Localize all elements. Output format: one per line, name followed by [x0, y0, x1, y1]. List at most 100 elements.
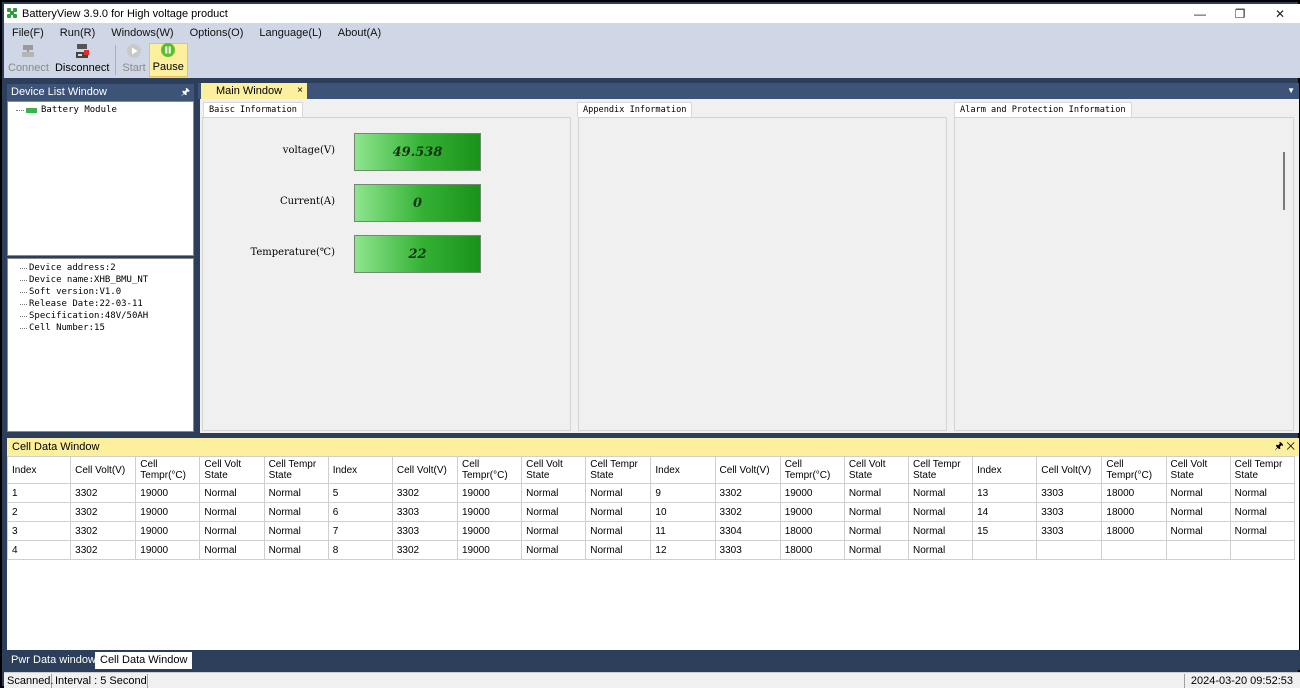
table-cell: 4 — [6, 540, 72, 560]
cell-data-table: Index Cell Volt(V) Cell Tempr(°C) Cell V… — [6, 456, 1296, 560]
column-header[interactable]: Cell Volt State — [1165, 456, 1231, 484]
table-row[interactable]: 3 3302 19000 Normal Normal 7 3303 19000 Normal No… — [6, 521, 1296, 541]
table-cell: 3303 — [391, 521, 458, 541]
temperature-value: 22 — [354, 235, 481, 273]
disconnect-icon — [74, 43, 90, 59]
table-cell: 7 — [327, 521, 393, 541]
table-cell: 5 — [327, 483, 393, 503]
alarm-info-section: Alarm and Protection Information — [952, 99, 1299, 433]
pin-close-icon[interactable]: 🖈 ✕ — [1274, 438, 1295, 456]
tab-pwr-data-window[interactable]: Pwr Data window — [6, 652, 101, 669]
cell-data-title: Cell Data Window — [12, 441, 100, 453]
tree-item-battery-module[interactable]: Battery Module — [16, 105, 117, 115]
menu-about[interactable]: About(A) — [338, 27, 381, 39]
table-cell: 6 — [327, 502, 393, 522]
temperature-label: Temperature(℃) — [250, 247, 335, 258]
table-cell: 13 — [972, 483, 1038, 503]
tab-main-window[interactable]: Main Window × — [201, 83, 307, 99]
tree-item-label: Battery Module — [41, 105, 117, 115]
table-body: 1 3302 19000 Normal Normal 5 3302 19000 Normal No… — [6, 483, 1296, 560]
device-name: Device name:XHB_BMU_NT — [20, 274, 193, 286]
table-cell: Normal — [907, 540, 974, 560]
chevron-down-icon[interactable]: ▼ — [1287, 86, 1295, 95]
tab-close-icon[interactable]: × — [297, 83, 303, 99]
column-header[interactable]: Cell Volt(V) — [714, 456, 781, 484]
basic-info-section: Baisc Information voltage(V) 49.538 Curr… — [200, 99, 574, 433]
table-cell — [1165, 540, 1231, 560]
connect-button[interactable]: Connect — [5, 43, 52, 77]
column-header[interactable]: Cell Tempr State — [585, 456, 652, 484]
table-cell: 9 — [650, 483, 716, 503]
menu-options[interactable]: Options(O) — [190, 27, 244, 39]
table-cell: Normal — [1229, 502, 1296, 522]
tab-cell-data-window[interactable]: Cell Data Window — [95, 652, 193, 669]
menu-bar: File(F) Run(R) Windows(W) Options(O) Lan… — [4, 23, 1300, 42]
table-cell: Normal — [1229, 483, 1296, 503]
menu-windows[interactable]: Windows(W) — [111, 27, 173, 39]
column-header[interactable]: Index — [972, 456, 1038, 484]
table-cell: Normal — [1165, 502, 1231, 522]
battery-icon — [26, 107, 37, 113]
close-button[interactable]: ✕ — [1260, 4, 1300, 23]
scrollbar[interactable] — [1283, 152, 1285, 210]
column-header[interactable]: Cell Volt(V) — [391, 456, 458, 484]
table-cell: 3302 — [70, 540, 137, 560]
start-button[interactable]: Start — [119, 43, 148, 77]
table-row[interactable]: 2 3302 19000 Normal Normal 6 3303 19000 Normal No… — [6, 502, 1296, 522]
column-header[interactable]: Cell Tempr State — [907, 456, 974, 484]
table-cell: 18000 — [1101, 483, 1167, 503]
basic-info-tab[interactable]: Baisc Information — [203, 102, 303, 117]
pin-icon[interactable]: 🖈 — [181, 84, 190, 101]
column-header[interactable]: Cell Volt(V) — [70, 456, 137, 484]
restore-button[interactable]: ❐ — [1220, 4, 1260, 23]
main-window-content: Baisc Information voltage(V) 49.538 Curr… — [200, 99, 1299, 433]
table-cell: 19000 — [779, 483, 845, 503]
column-header[interactable]: Cell Tempr State — [1229, 456, 1296, 484]
table-cell: 19000 — [456, 502, 523, 522]
column-header[interactable]: Cell Tempr State — [263, 456, 329, 484]
current-label: Current(A) — [279, 196, 335, 207]
column-header[interactable]: Cell Volt State — [199, 456, 265, 484]
alarm-info-panel — [954, 117, 1294, 431]
soft-version: Soft version:V1.0 — [20, 286, 193, 298]
device-info-tree: Device address:2 Device name:XHB_BMU_NT … — [7, 258, 194, 432]
table-cell: 19000 — [779, 502, 845, 522]
release-date: Release Date:22-03-11 — [20, 298, 193, 310]
pause-button[interactable]: Pause — [148, 43, 188, 77]
table-cell: Normal — [199, 521, 265, 541]
menu-language[interactable]: Language(L) — [259, 27, 321, 39]
app-window: BatteryView 3.9.0 for High voltage produ… — [0, 0, 1300, 688]
cell-number: Cell Number:15 — [20, 322, 193, 334]
table-cell: Normal — [1165, 483, 1231, 503]
voltage-value: 49.538 — [354, 133, 481, 171]
pause-label: Pause — [152, 61, 184, 73]
column-header[interactable]: Cell Tempr(°C) — [779, 456, 845, 484]
table-cell: 3302 — [714, 483, 781, 503]
menu-file[interactable]: File(F) — [12, 27, 44, 39]
column-header[interactable]: Index — [327, 456, 393, 484]
disconnect-button[interactable]: Disconnect — [52, 43, 112, 77]
window-controls: — ❐ ✕ — [1180, 4, 1300, 23]
column-header[interactable]: Cell Volt(V) — [1036, 456, 1103, 484]
menu-run[interactable]: Run(R) — [60, 27, 95, 39]
status-interval: Interval : 5 Second — [52, 674, 148, 688]
column-header[interactable]: Cell Tempr(°C) — [1101, 456, 1167, 484]
column-header[interactable]: Index — [6, 456, 72, 484]
alarm-info-tab[interactable]: Alarm and Protection Information — [954, 102, 1132, 117]
temperature-row: Temperature(℃) 22 — [203, 235, 503, 273]
appendix-info-panel — [578, 117, 947, 431]
column-header[interactable]: Cell Tempr(°C) — [456, 456, 523, 484]
table-row[interactable]: 1 3302 19000 Normal Normal 5 3302 19000 Normal No… — [6, 483, 1296, 503]
minimize-button[interactable]: — — [1180, 4, 1220, 23]
column-header[interactable]: Cell Tempr(°C) — [135, 456, 201, 484]
column-header[interactable]: Cell Volt State — [843, 456, 909, 484]
appendix-info-tab[interactable]: Appendix Information — [577, 102, 693, 117]
column-header[interactable]: Cell Volt State — [521, 456, 587, 484]
table-cell: 19000 — [135, 540, 201, 560]
table-cell: 18000 — [779, 540, 845, 560]
table-cell: Normal — [843, 502, 909, 522]
device-address: Device address:2 — [20, 262, 193, 274]
table-row[interactable]: 4 3302 19000 Normal Normal 8 3302 19000 Normal No… — [6, 540, 1296, 560]
table-cell: 19000 — [456, 483, 523, 503]
column-header[interactable]: Index — [650, 456, 716, 484]
